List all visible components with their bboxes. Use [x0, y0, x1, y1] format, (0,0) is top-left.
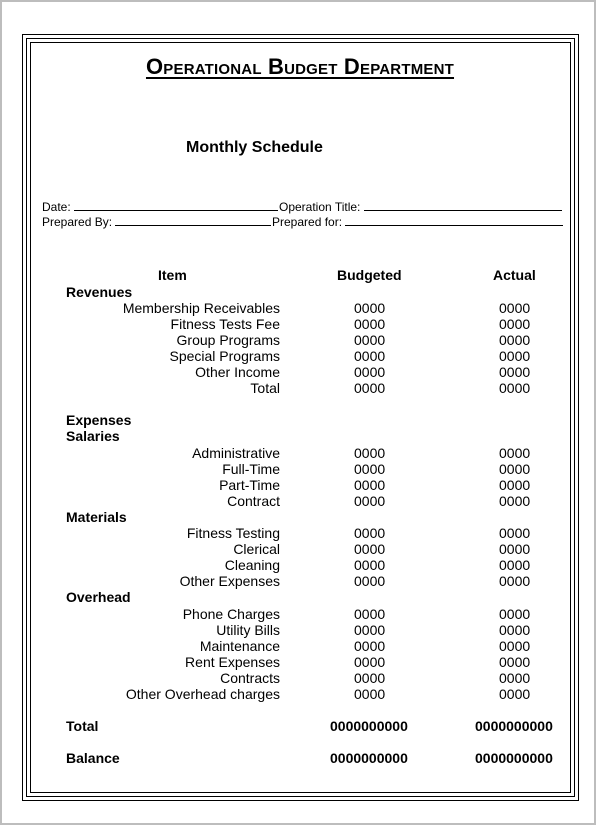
revenues-row-item: Fitness Tests Fee — [170, 316, 280, 332]
prepared-by-input-line[interactable] — [115, 214, 272, 226]
materials-row-budgeted: 0000 — [354, 557, 386, 573]
materials-row-actual: 0000 — [499, 525, 531, 541]
revenues-row-actual: 0000 — [499, 380, 531, 396]
overhead-row-item: Contracts — [220, 670, 280, 686]
overhead-row-actual: 0000 — [499, 638, 531, 654]
operation-title-field: Operation Title: — [279, 199, 562, 214]
overhead-row-actual: 0000 — [499, 654, 531, 670]
date-label: Date: — [42, 200, 71, 214]
salaries-row-item: Part-Time — [219, 477, 280, 493]
overhead-row-budgeted: 0000 — [354, 670, 386, 686]
materials-row-actual: 0000 — [499, 573, 531, 589]
column-header-actual: Actual — [493, 267, 536, 283]
section-revenues: Revenues — [66, 284, 133, 300]
section-salaries: Salaries — [66, 428, 120, 444]
revenues-row-item: Membership Receivables — [122, 300, 280, 316]
balance-label: Balance — [66, 750, 120, 766]
overhead-row-budgeted: 0000 — [354, 654, 386, 670]
operation-title-label: Operation Title: — [279, 200, 361, 214]
revenues-row-item: Group Programs — [176, 332, 280, 348]
revenues-row-item: Special Programs — [169, 348, 281, 364]
salaries-row-item: Administrative — [192, 445, 280, 461]
salaries-row-actual: 0000 — [499, 493, 531, 509]
revenues-row-budgeted: 0000 — [354, 348, 386, 364]
prepared-by-label: Prepared By: — [42, 215, 113, 229]
overhead-row-actual: 0000 — [499, 606, 531, 622]
materials-row-budgeted: 0000 — [354, 525, 386, 541]
overhead-row-budgeted: 0000 — [354, 622, 386, 638]
overhead-row-budgeted: 0000 — [354, 606, 386, 622]
materials-row-item: Clerical — [233, 541, 280, 557]
materials-row-item: Other Expenses — [179, 573, 280, 589]
total-actual: 0000000000 — [475, 718, 553, 734]
overhead-row-item: Utility Bills — [216, 622, 280, 638]
revenues-row-budgeted: 0000 — [354, 332, 386, 348]
salaries-row-actual: 0000 — [499, 461, 531, 477]
revenues-row-actual: 0000 — [499, 348, 531, 364]
overhead-row-actual: 0000 — [499, 686, 531, 702]
materials-row-actual: 0000 — [499, 541, 531, 557]
revenues-row-actual: 0000 — [499, 300, 531, 316]
revenues-row-budgeted: 0000 — [354, 300, 386, 316]
document-subtitle: Monthly Schedule — [186, 139, 323, 156]
total-budgeted: 0000000000 — [330, 718, 408, 734]
salaries-row-actual: 0000 — [499, 445, 531, 461]
document-title-text: Operational Budget Department — [145, 54, 455, 79]
revenues-row-item: Other Income — [195, 364, 280, 380]
operation-title-input-line[interactable] — [363, 199, 562, 211]
section-expenses: Expenses — [66, 412, 132, 428]
total-label: Total — [66, 718, 99, 734]
revenues-row-budgeted: 0000 — [354, 316, 386, 332]
section-overhead: Overhead — [66, 589, 131, 605]
revenues-row-budgeted: 0000 — [354, 380, 386, 396]
date-field: Date: — [42, 199, 279, 214]
overhead-row-actual: 0000 — [499, 622, 531, 638]
materials-row-item: Cleaning — [224, 557, 280, 573]
salaries-row-budgeted: 0000 — [354, 461, 386, 477]
overhead-row-item: Other Overhead charges — [125, 686, 280, 702]
materials-row-budgeted: 0000 — [354, 573, 386, 589]
salaries-row-budgeted: 0000 — [354, 493, 386, 509]
balance-actual: 0000000000 — [475, 750, 553, 766]
overhead-row-actual: 0000 — [499, 670, 531, 686]
materials-row-item: Fitness Testing — [186, 525, 280, 541]
prepared-by-field: Prepared By: — [42, 214, 272, 229]
revenues-row-actual: 0000 — [499, 332, 531, 348]
revenues-row-item: Total — [250, 380, 280, 396]
salaries-row-actual: 0000 — [499, 477, 531, 493]
revenues-row-actual: 0000 — [499, 316, 531, 332]
revenues-row-budgeted: 0000 — [354, 364, 386, 380]
overhead-row-item: Maintenance — [199, 638, 280, 654]
balance-budgeted: 0000000000 — [330, 750, 408, 766]
overhead-row-item: Rent Expenses — [185, 654, 280, 670]
materials-row-budgeted: 0000 — [354, 541, 386, 557]
salaries-row-budgeted: 0000 — [354, 445, 386, 461]
overhead-row-budgeted: 0000 — [354, 638, 386, 654]
salaries-row-budgeted: 0000 — [354, 477, 386, 493]
column-header-budgeted: Budgeted — [337, 267, 402, 283]
salaries-row-item: Full-Time — [222, 461, 280, 477]
revenues-row-actual: 0000 — [499, 364, 531, 380]
salaries-row-item: Contract — [227, 493, 280, 509]
prepared-for-field: Prepared for: — [272, 214, 564, 229]
overhead-row-budgeted: 0000 — [354, 686, 386, 702]
section-materials: Materials — [66, 509, 127, 525]
prepared-for-input-line[interactable] — [345, 214, 564, 226]
column-header-item: Item — [158, 267, 187, 283]
document-title: Operational Budget Department — [0, 54, 600, 80]
materials-row-actual: 0000 — [499, 557, 531, 573]
overhead-row-item: Phone Charges — [182, 606, 280, 622]
prepared-for-label: Prepared for: — [272, 215, 343, 229]
date-input-line[interactable] — [74, 199, 279, 211]
